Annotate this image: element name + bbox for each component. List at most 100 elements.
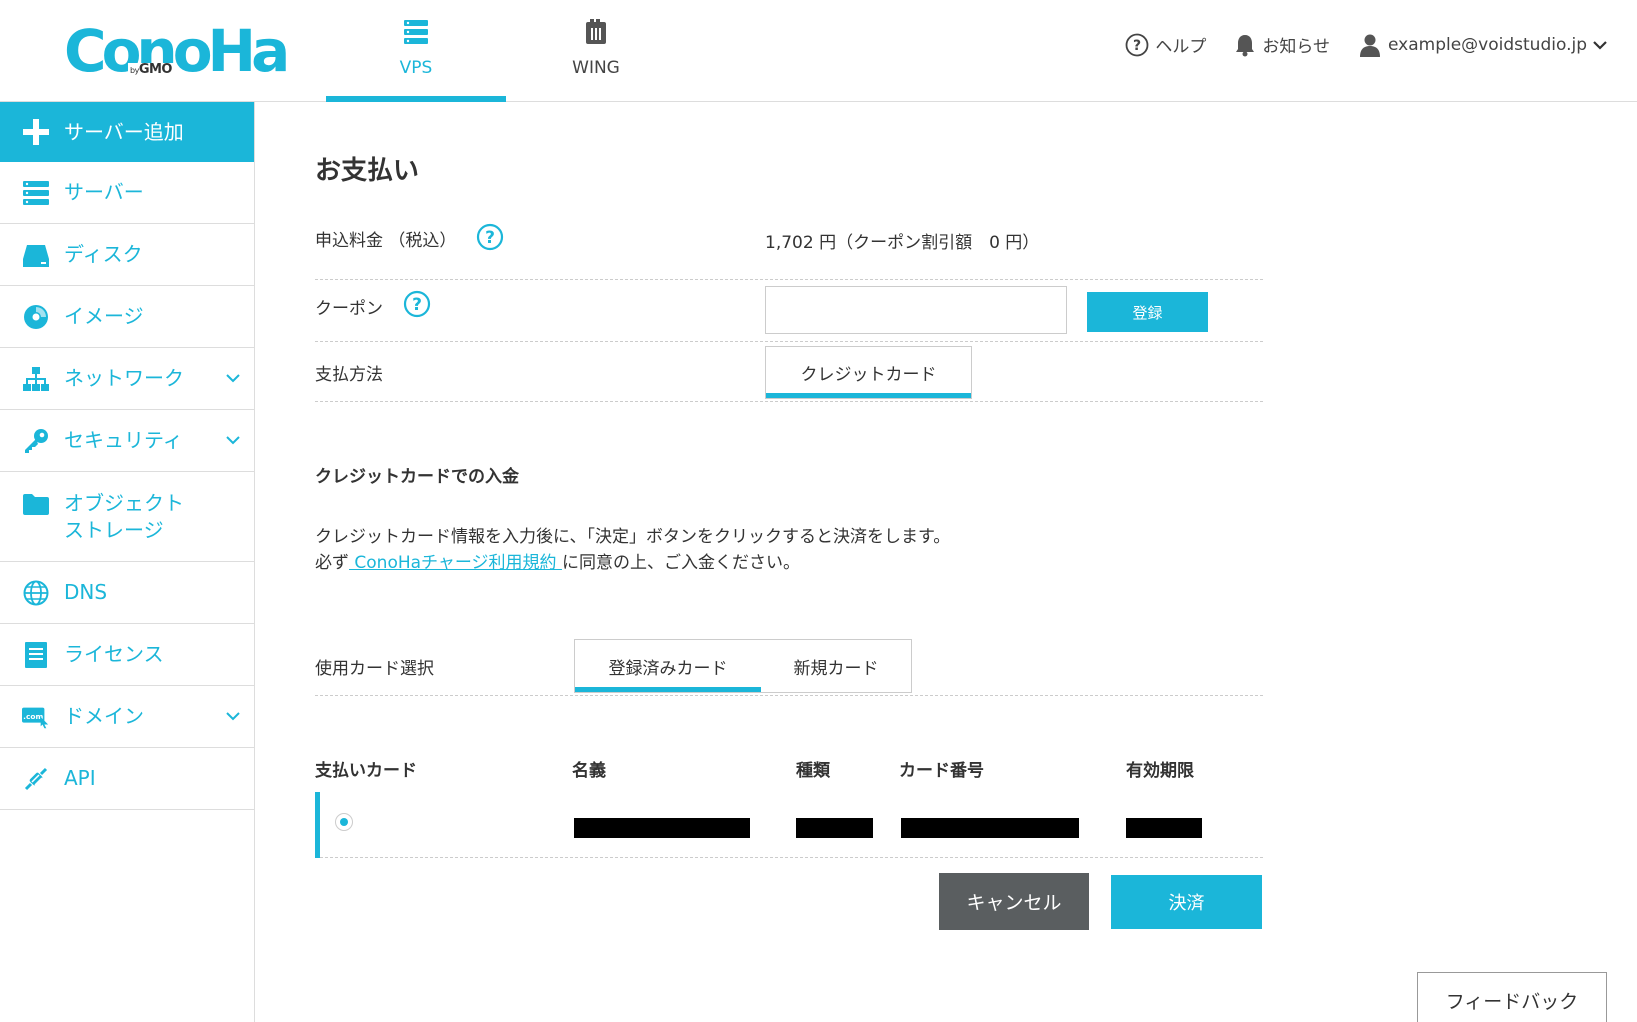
chevron-down-icon <box>226 711 240 720</box>
th-holder-name: 名義 <box>572 761 606 781</box>
tab-vps-label: VPS <box>399 58 433 78</box>
tab-vps[interactable]: VPS <box>326 0 506 102</box>
svg-text:?: ? <box>1133 38 1141 54</box>
help-icon[interactable]: ? <box>403 290 431 318</box>
sidebar-item-api[interactable]: API <box>0 748 254 810</box>
book-icon <box>586 19 606 44</box>
sidebar-item-license[interactable]: ライセンス <box>0 624 254 686</box>
description-post: に同意の上、ご入金ください。 <box>561 553 800 573</box>
description-pre: 必ず <box>315 553 349 573</box>
folder-icon <box>22 490 50 518</box>
chevron-down-icon <box>1593 40 1607 50</box>
network-icon <box>22 365 50 393</box>
sidebar-item-label: オブジェクト ストレージ <box>64 490 184 544</box>
sidebar-item-disk[interactable]: ディスク <box>0 224 254 286</box>
chevron-down-icon <box>226 373 240 382</box>
plus-icon <box>22 118 50 146</box>
header-right: ? ヘルプ お知らせ example@voidstudio.jp <box>1125 32 1607 57</box>
selected-indicator <box>315 792 320 858</box>
sidebar-item-object-storage[interactable]: オブジェクト ストレージ <box>0 472 254 562</box>
th-card-type: 種類 <box>796 761 830 781</box>
table-row[interactable] <box>315 792 1263 858</box>
svg-text:.com: .com <box>23 711 43 720</box>
sidebar-item-label: ライセンス <box>64 642 164 666</box>
description-line2: 必ず ConoHaチャージ利用規約 に同意の上、ご入金ください。 <box>315 550 950 576</box>
th-card-number: カード番号 <box>899 761 984 781</box>
radio-dot <box>340 818 348 826</box>
th-payment-card: 支払いカード <box>315 761 417 781</box>
feedback-button[interactable]: フィードバック <box>1417 972 1607 1022</box>
sidebar-item-label-line1: オブジェクト <box>64 490 184 515</box>
chevron-down-icon <box>226 435 240 444</box>
sidebar-item-security[interactable]: セキュリティ <box>0 410 254 472</box>
divider <box>315 695 1263 696</box>
header: ConoHa byGMO VPS WING ? ヘルプ お知らせ example… <box>0 0 1637 102</box>
bell-icon <box>1236 34 1255 56</box>
fee-row: 申込料金 （税込） ? 1,702 円（クーポン割引額 0 円） <box>315 223 1263 280</box>
sidebar-item-label: DNS <box>64 580 108 604</box>
notice-link[interactable]: お知らせ <box>1234 32 1330 57</box>
sidebar-item-server[interactable]: サーバー <box>0 162 254 224</box>
help-label: ヘルプ <box>1155 37 1207 57</box>
th-expiry: 有効期限 <box>1126 761 1194 781</box>
sidebar-item-label: ドメイン <box>64 704 144 728</box>
svg-text:?: ? <box>485 228 495 248</box>
tab-credit-card[interactable]: クレジットカード <box>765 346 972 399</box>
help-icon[interactable]: ? <box>476 223 504 251</box>
section-title: クレジットカードでの入金 <box>315 467 519 487</box>
cancel-button[interactable]: キャンセル <box>939 873 1089 930</box>
coupon-input[interactable] <box>765 286 1067 334</box>
user-menu[interactable]: example@voidstudio.jp <box>1358 33 1607 57</box>
help-icon: ? <box>1125 33 1149 56</box>
payment-method-label: 支払方法 <box>315 365 383 385</box>
sidebar: サーバー追加 サーバー ディスク イメージ ネットワーク セキュリティ オブジェ… <box>0 102 255 1022</box>
pay-button[interactable]: 決済 <box>1111 875 1262 929</box>
conoha-logo[interactable]: ConoHa byGMO <box>64 16 290 86</box>
disc-icon <box>22 303 50 331</box>
key-icon <box>22 427 50 455</box>
tab-new-card[interactable]: 新規カード <box>761 640 911 692</box>
notice-label: お知らせ <box>1262 37 1331 57</box>
sidebar-item-network[interactable]: ネットワーク <box>0 348 254 410</box>
payment-method-row: 支払方法 クレジットカード <box>315 346 1263 402</box>
card-select-label: 使用カード選択 <box>315 659 434 679</box>
tab-registered-card[interactable]: 登録済みカード <box>575 640 761 692</box>
sidebar-item-label: セキュリティ <box>64 428 183 452</box>
page-title: お支払い <box>315 156 420 186</box>
description-line1: クレジットカード情報を入力後に、「決定」ボタンをクリックすると決済をします。 <box>315 527 951 547</box>
register-button[interactable]: 登録 <box>1087 292 1208 332</box>
top-nav: VPS WING <box>326 0 686 102</box>
fee-value: 1,702 円（クーポン割引額 0 円） <box>765 233 1040 253</box>
server-icon <box>404 20 428 44</box>
sidebar-item-label: イメージ <box>64 304 144 328</box>
sidebar-item-add-server[interactable]: サーバー追加 <box>0 102 254 162</box>
redacted-card-type <box>796 818 873 838</box>
card-radio[interactable] <box>335 813 353 831</box>
sidebar-item-label-line2: ストレージ <box>64 517 164 542</box>
user-icon <box>1360 34 1381 57</box>
coupon-row: クーポン ? 登録 <box>315 286 1263 342</box>
fee-label: 申込料金 （税込） <box>315 231 457 251</box>
redacted-expiry <box>1126 818 1202 838</box>
document-icon <box>22 641 50 669</box>
logo-sub: byGMO <box>128 62 174 78</box>
disk-icon <box>22 241 50 269</box>
help-link[interactable]: ? ヘルプ <box>1125 32 1206 57</box>
tab-wing[interactable]: WING <box>506 0 686 102</box>
svg-text:?: ? <box>412 295 422 315</box>
globe-icon <box>22 579 50 607</box>
coupon-label: クーポン <box>315 299 383 319</box>
sidebar-item-label: ネットワーク <box>64 366 184 390</box>
sidebar-item-label: ディスク <box>64 242 143 266</box>
domain-icon: .com <box>22 703 50 731</box>
sidebar-item-label: サーバー追加 <box>64 119 184 144</box>
sidebar-item-label: API <box>64 766 96 790</box>
sidebar-item-image[interactable]: イメージ <box>0 286 254 348</box>
coupon-label-wrap: クーポン ? <box>315 290 431 319</box>
server-icon <box>22 179 50 207</box>
terms-link[interactable]: ConoHaチャージ利用規約 <box>349 553 562 573</box>
sidebar-item-dns[interactable]: DNS <box>0 562 254 624</box>
sidebar-item-label: サーバー <box>64 180 144 204</box>
redacted-card-number <box>901 818 1079 838</box>
sidebar-item-domain[interactable]: .com ドメイン <box>0 686 254 748</box>
